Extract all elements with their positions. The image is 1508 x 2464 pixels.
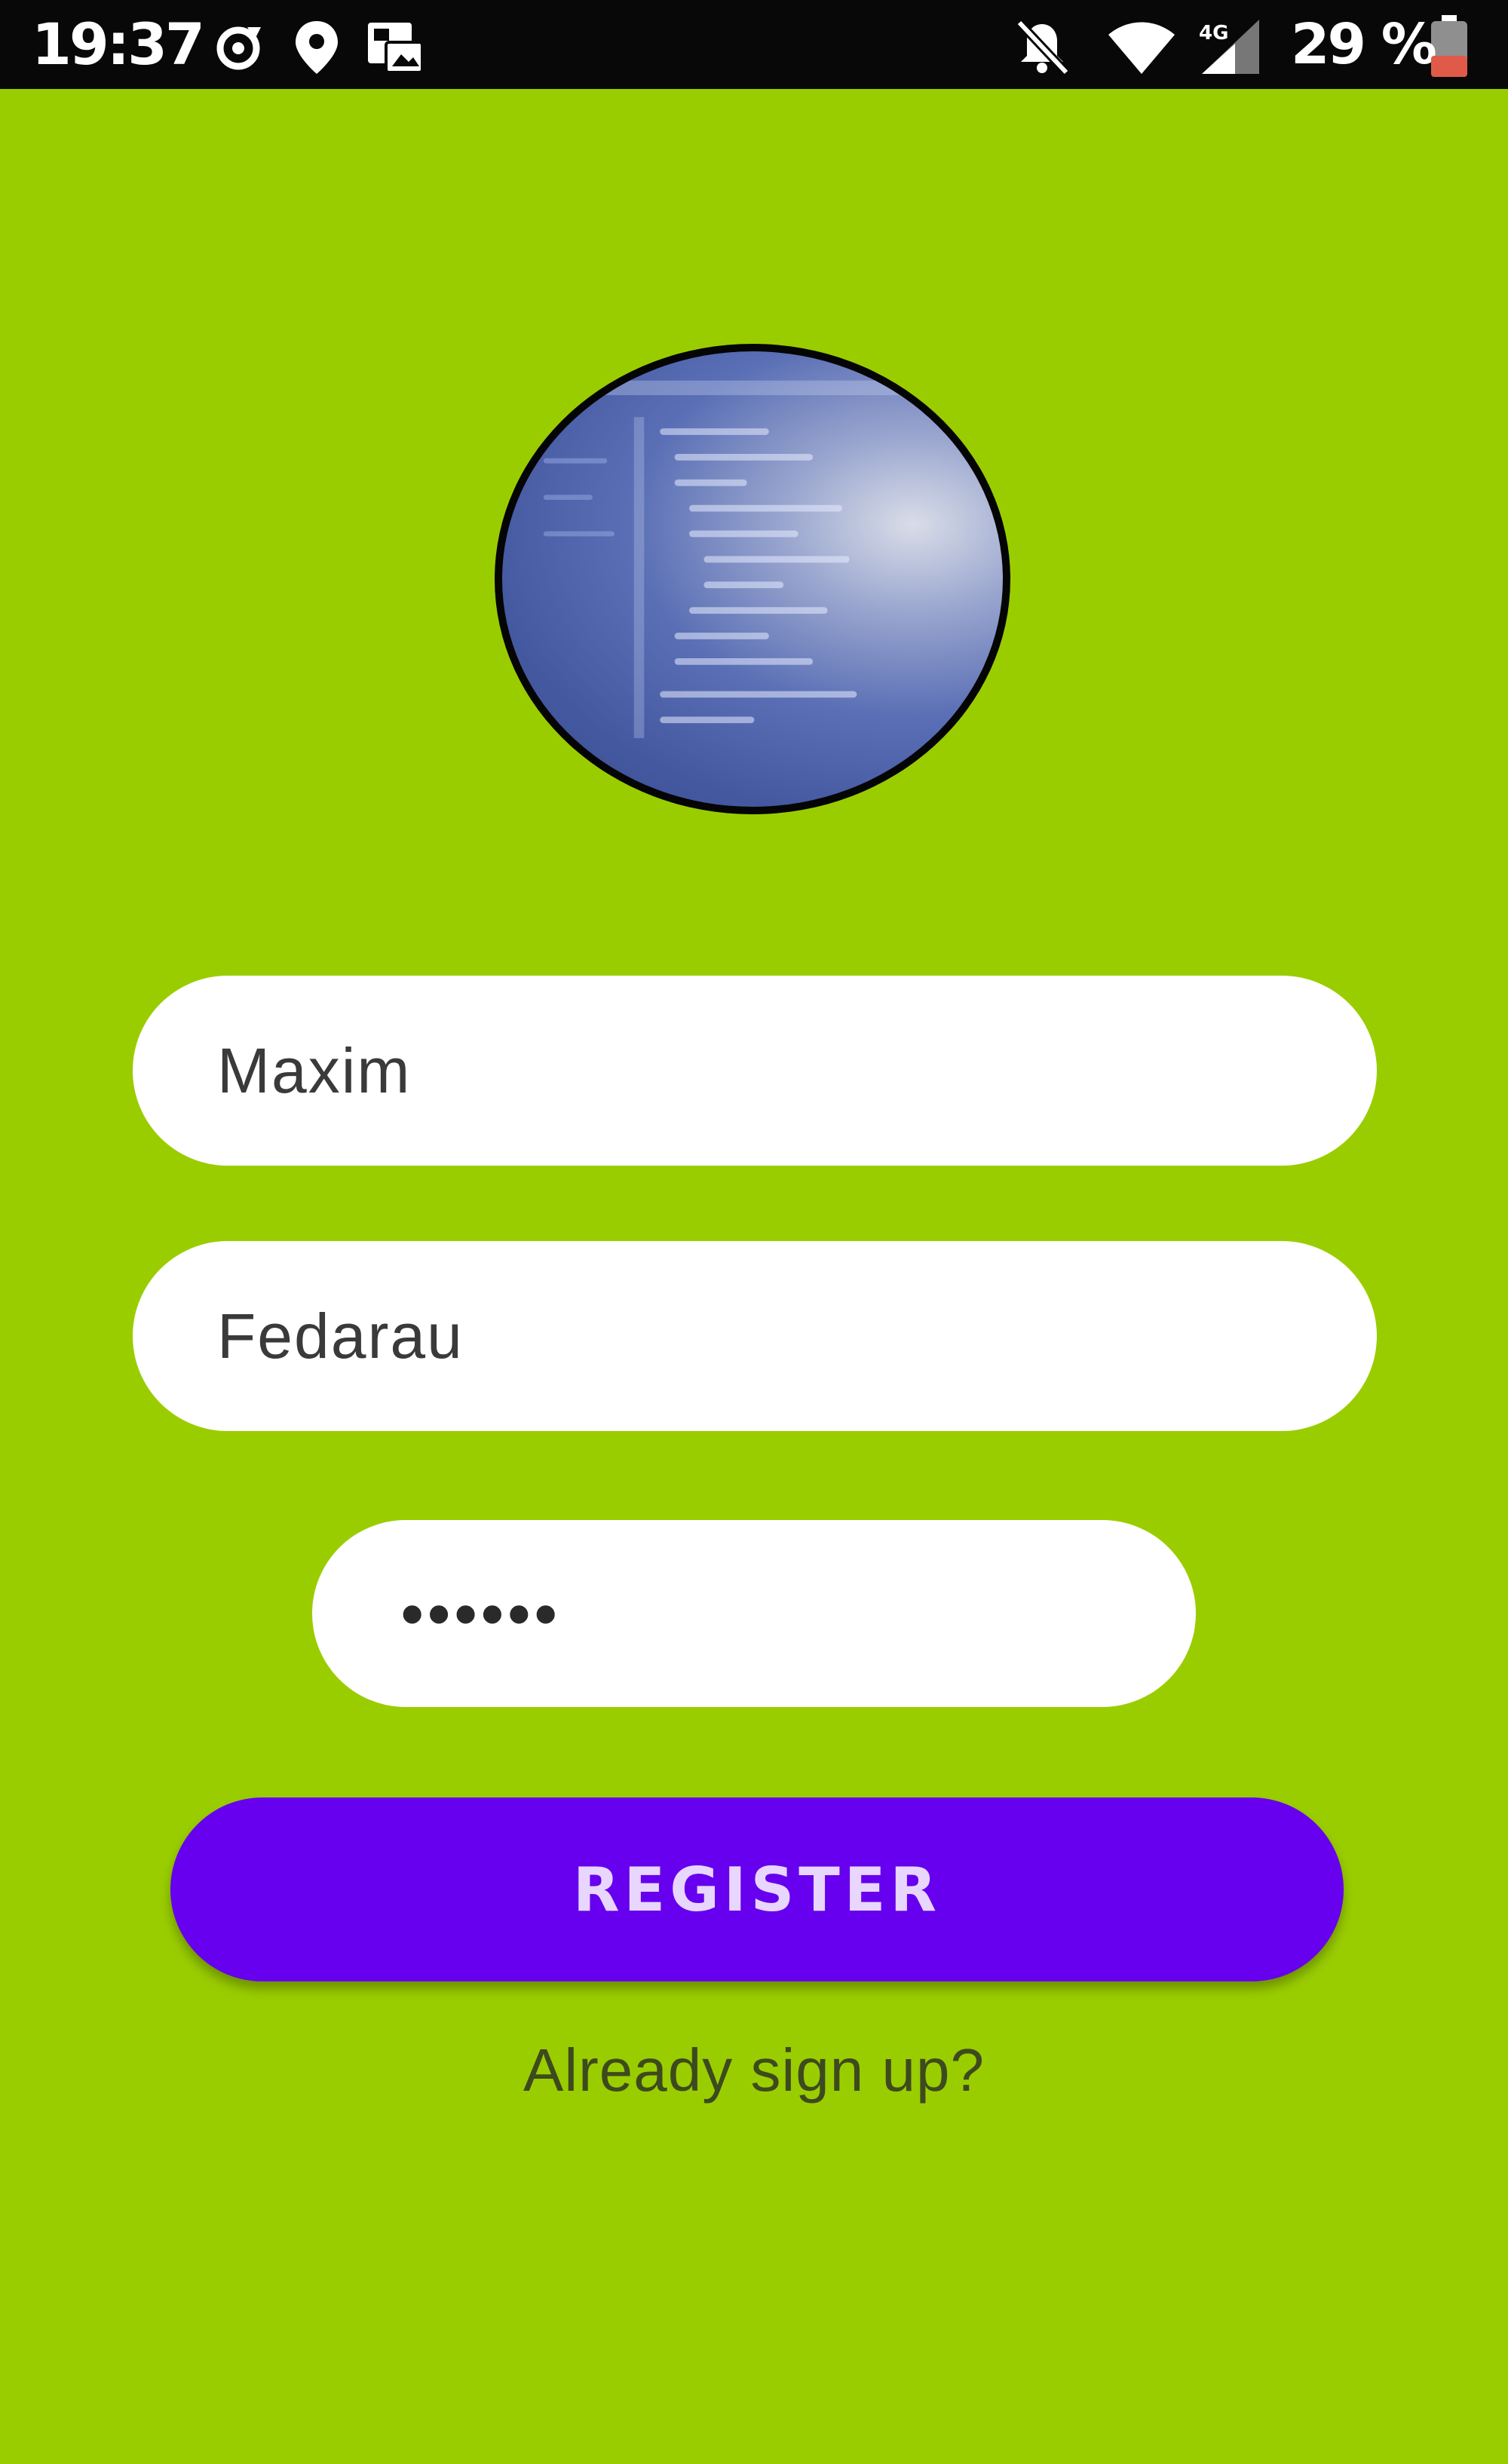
svg-text:4G: 4G xyxy=(1199,22,1228,44)
register-button[interactable]: REGISTER xyxy=(170,1797,1344,1981)
password-field[interactable]: •••••• xyxy=(312,1520,1196,1707)
status-bar: 19:37 4G 29 % xyxy=(0,0,1508,89)
first-name-value: Maxim xyxy=(217,1034,412,1106)
last-name-value: Fedarau xyxy=(217,1300,464,1371)
code-screenshot-avatar-icon xyxy=(543,380,956,739)
password-value: •••••• xyxy=(401,1577,562,1649)
location-icon xyxy=(287,17,347,77)
status-time: 19:37 xyxy=(32,11,205,78)
avatar[interactable] xyxy=(495,344,1010,814)
mute-icon xyxy=(1012,17,1072,77)
signal-icon: 4G xyxy=(1194,17,1267,77)
battery-icon xyxy=(1427,14,1472,80)
battery-percent: 29 % xyxy=(1291,12,1437,77)
register-screen: 19:37 4G 29 % Maxim Fedarau •••••• REGIS… xyxy=(0,0,1508,2464)
sync-icon xyxy=(208,17,268,77)
first-name-field[interactable]: Maxim xyxy=(133,976,1377,1166)
wifi-icon xyxy=(1105,17,1178,77)
already-signed-up-link[interactable]: Already sign up? xyxy=(0,2036,1508,2105)
last-name-field[interactable]: Fedarau xyxy=(133,1241,1377,1431)
register-button-label: REGISTER xyxy=(572,1854,942,1925)
gallery-icon xyxy=(365,17,425,77)
